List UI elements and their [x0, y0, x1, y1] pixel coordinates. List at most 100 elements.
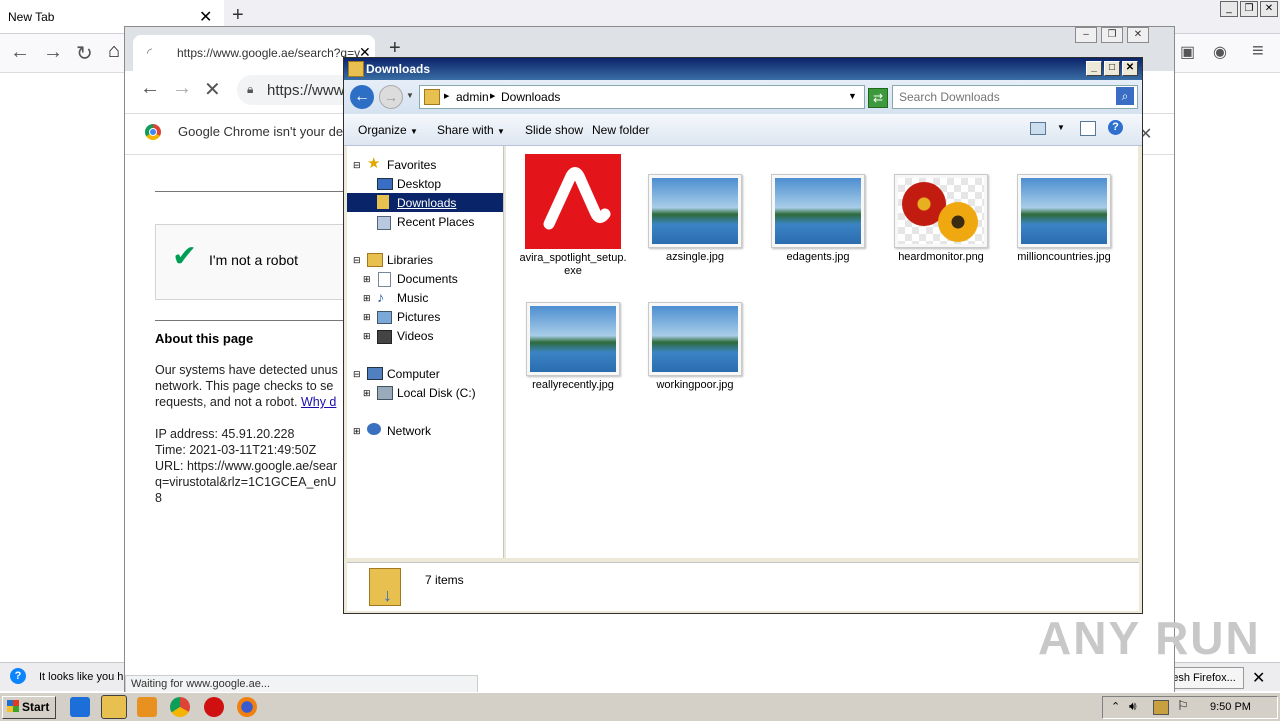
expand-icon[interactable]: ⊞	[363, 274, 371, 285]
body-text-line: network. This page checks to se	[155, 379, 334, 393]
chevron-down-icon[interactable]: ▼	[848, 91, 857, 101]
breadcrumb-item[interactable]: Downloads	[501, 90, 560, 104]
close-button[interactable]: ✕	[1122, 61, 1138, 76]
firefox-taskbar-icon[interactable]	[237, 697, 257, 717]
reload-icon[interactable]: ↻	[76, 41, 93, 66]
nav-music[interactable]: Music	[397, 291, 428, 305]
minimize-button[interactable]: _	[1220, 1, 1238, 17]
system-tray: ⌃ 🔊︎ ⚐ 9:50 PM	[1102, 696, 1278, 719]
close-icon[interactable]: ✕	[1252, 668, 1265, 688]
minimize-button[interactable]: _	[1086, 61, 1102, 76]
flag-icon[interactable]: ⚐	[1177, 698, 1189, 714]
firefox-new-tab-button[interactable]: +	[232, 4, 244, 27]
clock[interactable]: 9:50 PM	[1210, 701, 1251, 713]
restore-button[interactable]: ❐	[1101, 27, 1123, 43]
refresh-firefox-button[interactable]: esh Firefox...	[1164, 667, 1244, 689]
volume-icon[interactable]: 🔊︎	[1129, 699, 1137, 714]
maximize-button[interactable]: □	[1104, 61, 1120, 76]
nav-network[interactable]: Network	[387, 424, 431, 438]
back-icon[interactable]: ←	[140, 77, 160, 100]
file-item[interactable]: workingpoor.jpg	[640, 302, 750, 392]
opera-icon[interactable]	[204, 697, 224, 717]
nav-desktop[interactable]: Desktop	[397, 177, 441, 191]
preview-pane-icon[interactable]	[1080, 121, 1096, 136]
close-button[interactable]: ✕	[1127, 27, 1149, 43]
forward-icon[interactable]: →	[172, 77, 192, 100]
search-icon[interactable]: ⌕	[1116, 87, 1134, 105]
chrome-tab[interactable]: ◜ https://www.google.ae/search?q=v ✕	[133, 35, 375, 71]
share-with-button[interactable]: Share with ▼	[437, 123, 505, 137]
collapse-icon[interactable]: ⊟	[353, 369, 361, 380]
refresh-icon[interactable]: ⇄	[868, 88, 888, 108]
collapse-icon[interactable]: ⊟	[353, 160, 361, 171]
expand-icon[interactable]: ⊞	[363, 312, 371, 323]
back-icon[interactable]: ←	[10, 41, 30, 64]
nav-recent-places[interactable]: Recent Places	[397, 215, 474, 229]
breadcrumb-item[interactable]: admin	[456, 90, 489, 104]
nav-videos[interactable]: Videos	[397, 329, 433, 343]
checkmark-icon: ✔	[172, 240, 198, 273]
explorer-taskbar-icon[interactable]	[101, 695, 127, 719]
media-player-icon[interactable]	[137, 697, 157, 717]
download-arrow-icon: ↓	[383, 585, 392, 605]
forward-icon[interactable]: →	[43, 41, 63, 64]
chrome-taskbar-icon[interactable]	[170, 697, 190, 717]
new-folder-button[interactable]: New folder	[592, 123, 649, 137]
window-title: Downloads	[366, 62, 431, 76]
file-item[interactable]: reallyrecently.jpg	[518, 302, 628, 392]
nav-pictures[interactable]: Pictures	[397, 310, 440, 324]
expand-icon[interactable]: ⊞	[363, 331, 371, 342]
restore-button[interactable]: ❐	[1240, 1, 1258, 17]
file-item[interactable]: avira_spotlight_setup.exe	[518, 154, 628, 278]
nav-local-disk[interactable]: Local Disk (C:)	[397, 386, 476, 400]
file-name: heardmonitor.png	[898, 251, 984, 263]
explorer-address-bar: ← → ▼ ▶ admin ▶ Downloads ▼ ⇄ ⌕	[344, 80, 1142, 114]
file-name: azsingle.jpg	[665, 251, 725, 263]
nav-downloads-selected[interactable]: Downloads	[347, 193, 503, 212]
landscape-image	[652, 306, 738, 372]
expand-icon[interactable]: ⊞	[363, 293, 371, 304]
recaptcha-box[interactable]: ✔ I'm not a robot	[155, 224, 367, 300]
menu-icon[interactable]: ≡	[1252, 40, 1264, 63]
file-item[interactable]: heardmonitor.png	[886, 174, 996, 264]
address-box[interactable]: ▶ admin ▶ Downloads ▼	[419, 85, 865, 109]
start-button[interactable]: Start	[2, 696, 56, 719]
stop-icon[interactable]: ✕	[204, 77, 221, 102]
nav-documents[interactable]: Documents	[397, 272, 458, 286]
back-arrow-icon[interactable]: ←	[350, 85, 374, 109]
slide-show-button[interactable]: Slide show	[525, 123, 583, 137]
sidebar-icon[interactable]: ▣	[1180, 42, 1195, 62]
expand-icon[interactable]: ⊞	[363, 388, 371, 399]
history-dropdown-icon[interactable]: ▼	[406, 91, 414, 100]
chevron-down-icon[interactable]: ▼	[1057, 123, 1065, 132]
minimize-button[interactable]: –	[1075, 27, 1097, 43]
file-item[interactable]: millioncountries.jpg	[1009, 174, 1119, 264]
expand-icon[interactable]: ⊞	[353, 426, 361, 437]
home-icon[interactable]: ⌂	[108, 40, 120, 63]
close-button[interactable]: ✕	[1260, 1, 1278, 17]
file-item[interactable]: edagents.jpg	[763, 174, 873, 264]
details-pane: ↓ 7 items	[347, 562, 1139, 611]
pictures-icon	[377, 311, 392, 324]
network-tray-icon[interactable]	[1153, 700, 1169, 715]
organize-button[interactable]: Organize ▼	[358, 123, 418, 137]
search-input[interactable]	[899, 90, 1099, 104]
help-icon[interactable]: ?	[1108, 120, 1123, 135]
internet-explorer-icon[interactable]	[70, 697, 90, 717]
view-icon[interactable]	[1030, 122, 1046, 135]
collapse-icon[interactable]: ⊟	[353, 255, 361, 266]
close-icon[interactable]: ✕	[199, 7, 212, 27]
account-icon[interactable]: ◉	[1213, 42, 1227, 62]
file-item[interactable]: azsingle.jpg	[640, 174, 750, 264]
nav-favorites[interactable]: Favorites	[387, 158, 436, 172]
nav-computer[interactable]: Computer	[387, 367, 440, 381]
notification-text: It looks like you h	[39, 671, 124, 683]
forward-arrow-icon[interactable]: →	[379, 85, 403, 109]
nav-libraries[interactable]: Libraries	[387, 253, 433, 267]
show-hidden-icons-icon[interactable]: ⌃	[1111, 700, 1120, 713]
why-link[interactable]: Why d	[301, 395, 336, 409]
breadcrumb-arrow-icon[interactable]: ▶	[444, 92, 449, 100]
explorer-command-bar: Organize ▼ Share with ▼ Slide show New f…	[344, 114, 1142, 146]
breadcrumb-arrow-icon[interactable]: ▶	[490, 92, 495, 100]
network-icon	[367, 423, 381, 435]
